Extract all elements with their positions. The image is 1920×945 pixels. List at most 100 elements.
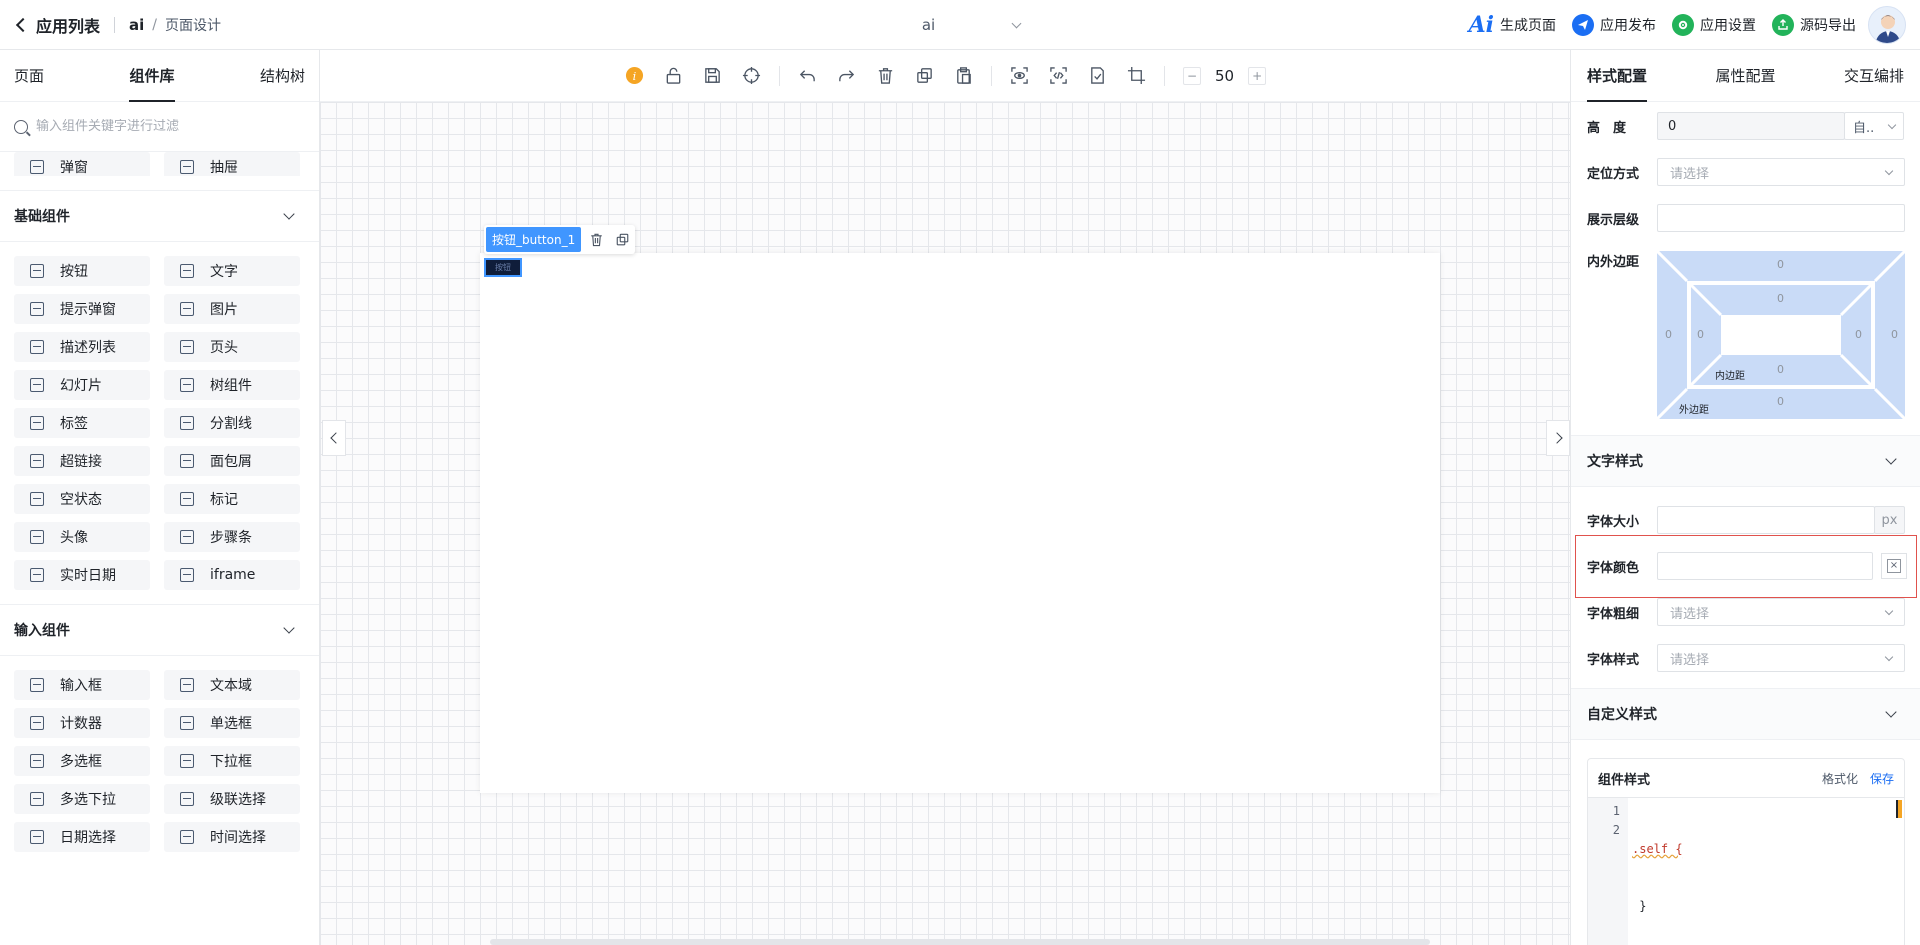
component-empty-state[interactable]: 空状态: [14, 484, 150, 514]
unlock-icon[interactable]: [664, 66, 683, 85]
component-slideshow[interactable]: 幻灯片: [14, 370, 150, 400]
collapse-left-panel-button[interactable]: [322, 420, 346, 456]
app-select[interactable]: ai: [830, 12, 1030, 38]
margin-left-value[interactable]: 0: [1665, 328, 1672, 341]
document-check-icon[interactable]: [1088, 66, 1107, 85]
component-textarea[interactable]: 文本域: [164, 670, 300, 700]
height-unit-select[interactable]: 自..: [1844, 112, 1904, 140]
generate-page-button[interactable]: Ai 生成页面: [1469, 12, 1556, 38]
tab-pages[interactable]: 页面: [14, 50, 44, 102]
date-picker-icon: [30, 830, 44, 844]
code-text[interactable]: .self { }: [1628, 798, 1904, 945]
redo-icon[interactable]: [837, 66, 856, 85]
delete-component-icon[interactable]: [585, 229, 607, 251]
component-breadcrumb[interactable]: 面包屑: [164, 446, 300, 476]
padding-left-value[interactable]: 0: [1697, 328, 1704, 341]
component-date-picker[interactable]: 日期选择: [14, 822, 150, 852]
section-input-components[interactable]: 输入组件: [0, 604, 319, 656]
component-tag[interactable]: 标签: [14, 408, 150, 438]
padding-bottom-value[interactable]: 0: [1777, 363, 1784, 376]
component-multi-select[interactable]: 多选下拉: [14, 784, 150, 814]
margin-bottom-value[interactable]: 0: [1777, 395, 1784, 408]
font-style-select[interactable]: 请选择: [1657, 644, 1905, 672]
component-divider[interactable]: 分割线: [164, 408, 300, 438]
section-basic-components[interactable]: 基础组件: [0, 190, 319, 242]
paste-icon[interactable]: [954, 66, 973, 85]
component-alert-modal[interactable]: 提示弹窗: [14, 294, 150, 324]
zindex-input[interactable]: [1657, 204, 1905, 232]
margin-right-value[interactable]: 0: [1891, 328, 1898, 341]
component-label: 时间选择: [210, 830, 266, 846]
tab-style-config[interactable]: 样式配置: [1587, 50, 1648, 102]
duplicate-component-icon[interactable]: [611, 229, 633, 251]
component-input[interactable]: 输入框: [14, 670, 150, 700]
search-icon: [14, 119, 28, 134]
breadcrumb-app[interactable]: ai: [129, 16, 144, 34]
font-color-input[interactable]: [1657, 552, 1873, 580]
canvas-button-component[interactable]: 按钮: [484, 258, 522, 277]
zoom-out-button[interactable]: −: [1183, 66, 1201, 85]
component-modal[interactable]: 弹窗: [14, 152, 150, 176]
export-source-button[interactable]: 源码导出: [1772, 14, 1856, 36]
position-select[interactable]: 请选择: [1657, 158, 1905, 186]
component-steps[interactable]: 步骤条: [164, 522, 300, 552]
component-radio[interactable]: 单选框: [164, 708, 300, 738]
height-input[interactable]: 0: [1657, 112, 1845, 140]
design-canvas[interactable]: 按钮_button_1 按钮: [320, 102, 1570, 945]
component-counter[interactable]: 计数器: [14, 708, 150, 738]
section-custom-style[interactable]: 自定义样式: [1571, 688, 1920, 740]
user-avatar[interactable]: [1868, 6, 1906, 44]
component-avatar[interactable]: 头像: [14, 522, 150, 552]
zoom-in-button[interactable]: +: [1248, 66, 1267, 85]
component-cascader[interactable]: 级联选择: [164, 784, 300, 814]
crosshair-icon[interactable]: [742, 66, 761, 85]
component-description-list[interactable]: 描述列表: [14, 332, 150, 362]
component-pin[interactable]: 标记: [164, 484, 300, 514]
component-live-date[interactable]: 实时日期: [14, 560, 150, 590]
component-time-picker[interactable]: 时间选择: [164, 822, 300, 852]
component-button[interactable]: 按钮: [14, 256, 150, 286]
component-select[interactable]: 下拉框: [164, 746, 300, 776]
code-editor-body[interactable]: 1 2 .self { }: [1588, 797, 1904, 945]
component-label: 空状态: [60, 492, 102, 508]
app-settings-button[interactable]: 应用设置: [1672, 14, 1756, 36]
section-text-style[interactable]: 文字样式: [1571, 435, 1920, 487]
padding-top-value[interactable]: 0: [1777, 292, 1784, 305]
component-link[interactable]: 超链接: [14, 446, 150, 476]
info-icon[interactable]: i: [625, 66, 644, 85]
component-drawer[interactable]: 抽屉: [164, 152, 300, 176]
component-checkbox[interactable]: 多选框: [14, 746, 150, 776]
code-view-icon[interactable]: [1049, 66, 1068, 85]
padding-right-value[interactable]: 0: [1855, 328, 1862, 341]
copy-icon[interactable]: [915, 66, 934, 85]
save-style-button[interactable]: 保存: [1870, 770, 1894, 787]
format-code-button[interactable]: 格式化: [1822, 770, 1858, 787]
delete-icon[interactable]: [876, 66, 895, 85]
preview-icon[interactable]: [1010, 66, 1029, 85]
tab-structure-tree[interactable]: 结构树: [260, 50, 305, 102]
page-artboard[interactable]: [480, 253, 1440, 793]
font-style-row: 字体样式 请选择: [1587, 644, 1905, 672]
undo-icon[interactable]: [798, 66, 817, 85]
component-page-header[interactable]: 页头: [164, 332, 300, 362]
tab-property-config[interactable]: 属性配置: [1715, 50, 1775, 102]
export-icon: [1772, 14, 1794, 36]
canvas-horizontal-scrollbar[interactable]: [490, 939, 1430, 945]
collapse-right-panel-button[interactable]: [1546, 420, 1570, 456]
tab-interaction[interactable]: 交互编排: [1844, 50, 1904, 102]
tag-icon: [30, 416, 44, 430]
component-tree[interactable]: 树组件: [164, 370, 300, 400]
component-search-input[interactable]: [35, 119, 305, 134]
font-size-input[interactable]: [1657, 506, 1875, 534]
color-picker-button[interactable]: ×: [1881, 553, 1907, 579]
tab-component-library[interactable]: 组件库: [129, 50, 175, 102]
back-to-app-list[interactable]: 应用列表: [14, 13, 100, 37]
component-iframe[interactable]: iframe: [164, 560, 300, 590]
font-weight-select[interactable]: 请选择: [1657, 598, 1905, 626]
crop-frame-icon[interactable]: [1127, 66, 1146, 85]
margin-top-value[interactable]: 0: [1777, 258, 1784, 271]
save-icon[interactable]: [703, 66, 722, 85]
component-image[interactable]: 图片: [164, 294, 300, 324]
publish-app-button[interactable]: 应用发布: [1572, 14, 1656, 36]
component-text[interactable]: 文字: [164, 256, 300, 286]
